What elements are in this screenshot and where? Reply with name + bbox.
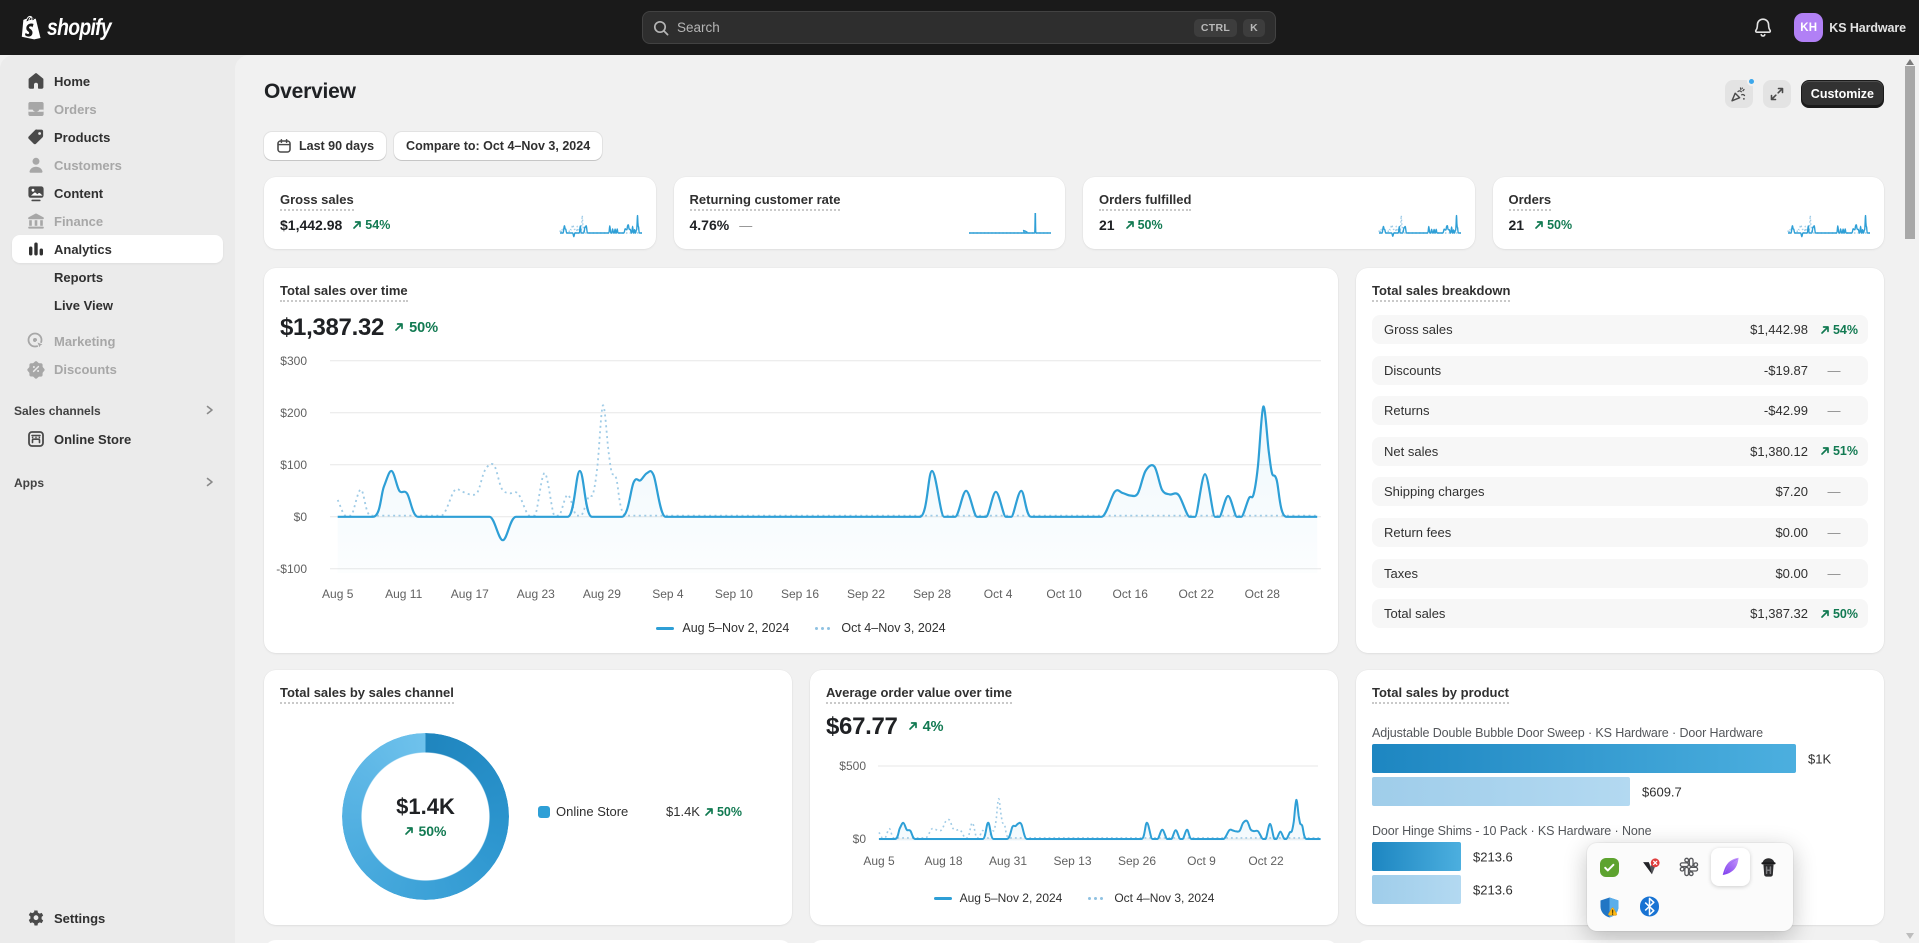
svg-text:Oct 16: Oct 16 <box>1113 587 1149 601</box>
svg-text:Sep 4: Sep 4 <box>652 587 684 601</box>
svg-text:Oct 4: Oct 4 <box>984 587 1013 601</box>
svg-text:Sep 22: Sep 22 <box>847 587 885 601</box>
svg-text:$200: $200 <box>280 406 307 420</box>
svg-text:Sep 10: Sep 10 <box>715 587 753 601</box>
svg-text:$300: $300 <box>280 354 307 368</box>
svg-text:$500: $500 <box>839 759 866 773</box>
svg-text:Oct 22: Oct 22 <box>1248 854 1284 868</box>
svg-text:Aug 31: Aug 31 <box>989 854 1027 868</box>
svg-text:Aug 23: Aug 23 <box>517 587 555 601</box>
svg-text:$100: $100 <box>280 458 307 472</box>
svg-text:Aug 11: Aug 11 <box>385 587 422 601</box>
svg-text:Aug 17: Aug 17 <box>451 587 489 601</box>
svg-text:Oct 10: Oct 10 <box>1046 587 1082 601</box>
svg-text:Sep 26: Sep 26 <box>1118 854 1156 868</box>
svg-text:Sep 13: Sep 13 <box>1053 854 1091 868</box>
svg-text:Aug 5: Aug 5 <box>322 587 354 601</box>
svg-text:Aug 29: Aug 29 <box>583 587 621 601</box>
svg-text:$0: $0 <box>294 510 308 524</box>
svg-text:Oct 28: Oct 28 <box>1245 587 1281 601</box>
svg-text:$0: $0 <box>853 832 867 846</box>
svg-text:Sep 16: Sep 16 <box>781 587 819 601</box>
svg-text:Oct 22: Oct 22 <box>1179 587 1215 601</box>
svg-text:Oct 9: Oct 9 <box>1187 854 1216 868</box>
svg-text:Aug 18: Aug 18 <box>924 854 962 868</box>
svg-text:Sep 28: Sep 28 <box>913 587 951 601</box>
svg-text:Aug 5: Aug 5 <box>863 854 895 868</box>
svg-text:-$100: -$100 <box>276 562 307 576</box>
